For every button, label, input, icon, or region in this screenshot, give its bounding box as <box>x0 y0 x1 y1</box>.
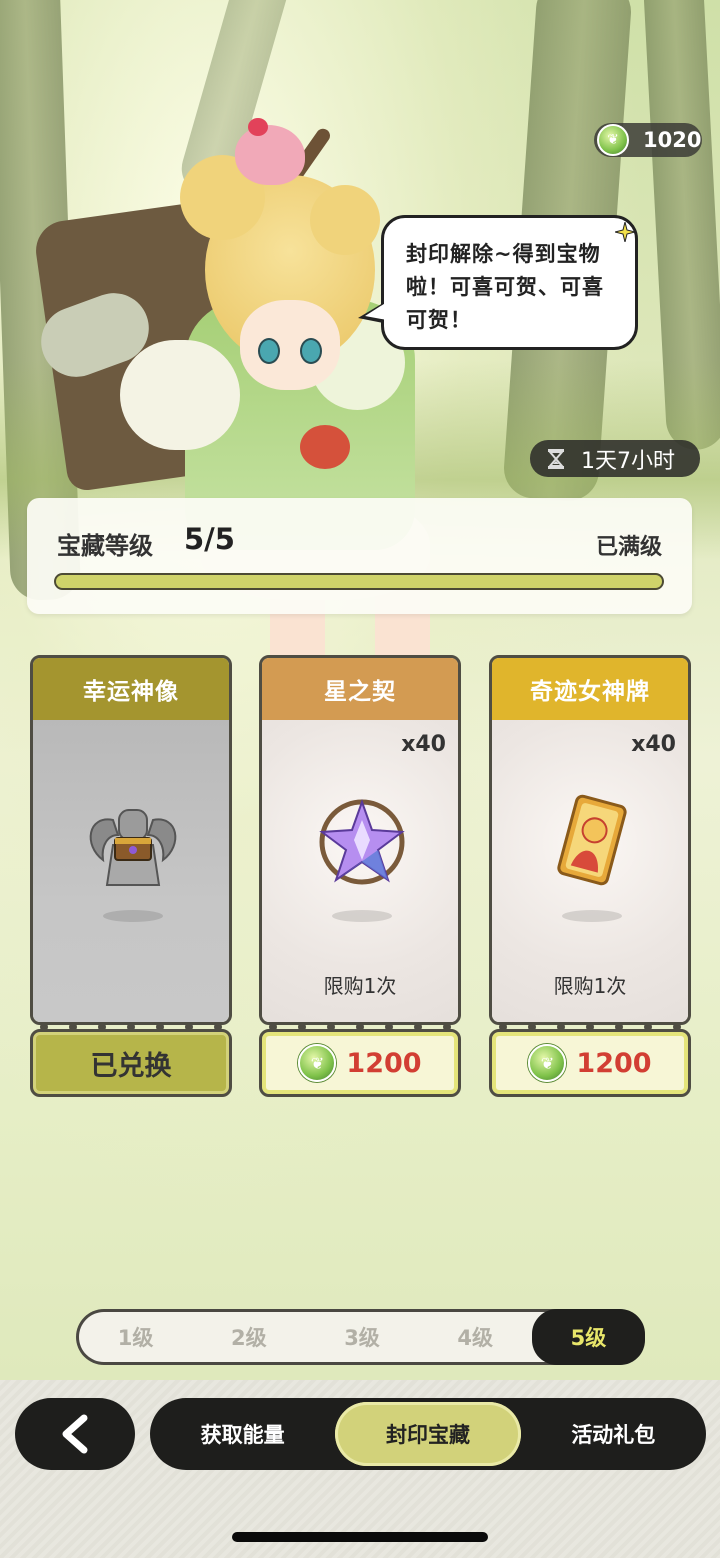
tab-level-2[interactable]: 2级 <box>192 1312 305 1362</box>
treasure-level-value: 5/5 <box>184 522 235 556</box>
icon-shadow <box>562 910 622 922</box>
purchase-limit: 限购1次 <box>323 974 397 998</box>
speech-bubble: 封印解除~得到宝物啦！可喜可贺、可喜可贺！ <box>381 215 638 350</box>
redeemed-label: 已兑换 <box>90 1050 172 1082</box>
star-crystal-icon <box>319 799 405 885</box>
chevron-left-icon <box>62 1414 88 1454</box>
home-indicator[interactable] <box>232 1532 488 1542</box>
card-quantity: x40 <box>401 732 446 757</box>
reward-card-miracle-goddess[interactable]: 奇迹女神牌 x40 限购1次 ❦ 1200 <box>489 655 691 1097</box>
buy-button[interactable]: ❦ 1200 <box>489 1029 691 1097</box>
nav-tab-sealed-treasure[interactable]: 封印宝藏 <box>335 1402 521 1466</box>
currency-value: 1020 <box>643 128 702 152</box>
progress-fill <box>56 575 662 588</box>
energy-leaf-icon: ❦ <box>597 124 629 156</box>
timer-text: 1天7小时 <box>581 448 675 474</box>
price-value: 1200 <box>576 1047 652 1079</box>
redeemed-button[interactable]: 已兑换 <box>30 1029 232 1097</box>
bottom-nav-tabs: 获取能量 封印宝藏 活动礼包 <box>150 1398 706 1470</box>
tab-level-3[interactable]: 3级 <box>305 1312 418 1362</box>
reward-card-lucky-statue[interactable]: 幸运神像 已兑换 <box>30 655 232 1097</box>
sparkle-icon <box>615 222 635 242</box>
speech-text: 封印解除~得到宝物啦！可喜可贺、可喜可贺！ <box>406 242 604 332</box>
energy-leaf-icon: ❦ <box>298 1044 337 1082</box>
level-tab-bar: 1级 2级 3级 4级 5级 <box>76 1309 646 1365</box>
treasure-level-status: 已满级 <box>595 535 662 560</box>
card-title: 幸运神像 <box>33 658 229 720</box>
reward-card-star-contract[interactable]: 星之契 x40 限购1次 ❦ 1200 <box>259 655 461 1097</box>
card-body: 幸运神像 <box>30 655 232 1025</box>
energy-leaf-icon: ❦ <box>528 1044 567 1082</box>
tab-level-5[interactable]: 5级 <box>531 1309 646 1365</box>
icon-shadow <box>103 910 163 922</box>
card-title: 星之契 <box>262 658 458 720</box>
card-content: x40 限购1次 <box>262 720 458 1022</box>
treasure-level-title: 宝藏等级 <box>57 532 153 560</box>
purchase-limit: 限购1次 <box>553 974 627 998</box>
treasure-level-panel: 宝藏等级 5/5 已满级 <box>27 498 692 614</box>
nav-tab-event-pack[interactable]: 活动礼包 <box>521 1398 706 1470</box>
card-content <box>33 720 229 1022</box>
nav-tab-get-energy[interactable]: 获取能量 <box>150 1398 335 1470</box>
tab-level-1[interactable]: 1级 <box>79 1312 192 1362</box>
card-title: 奇迹女神牌 <box>492 658 688 720</box>
price-value: 1200 <box>346 1047 422 1079</box>
tab-level-4[interactable]: 4级 <box>419 1312 532 1362</box>
event-timer: 1天7小时 <box>530 440 700 477</box>
icon-shadow <box>332 910 392 922</box>
hourglass-icon <box>547 448 565 469</box>
back-button[interactable] <box>15 1398 135 1470</box>
winged-statue-chest-icon <box>89 809 177 886</box>
card-quantity: x40 <box>631 732 676 757</box>
card-body: 奇迹女神牌 x40 限购1次 <box>489 655 691 1025</box>
speech-bubble-tail-inner <box>365 302 387 320</box>
card-body: 星之契 x40 限购1次 <box>259 655 461 1025</box>
treasure-level-progress-bar <box>54 573 664 590</box>
goddess-card-icon <box>557 794 627 886</box>
buy-button[interactable]: ❦ 1200 <box>259 1029 461 1097</box>
card-content: x40 限购1次 <box>492 720 688 1022</box>
energy-currency-display[interactable]: ❦ 1020 <box>594 123 702 157</box>
